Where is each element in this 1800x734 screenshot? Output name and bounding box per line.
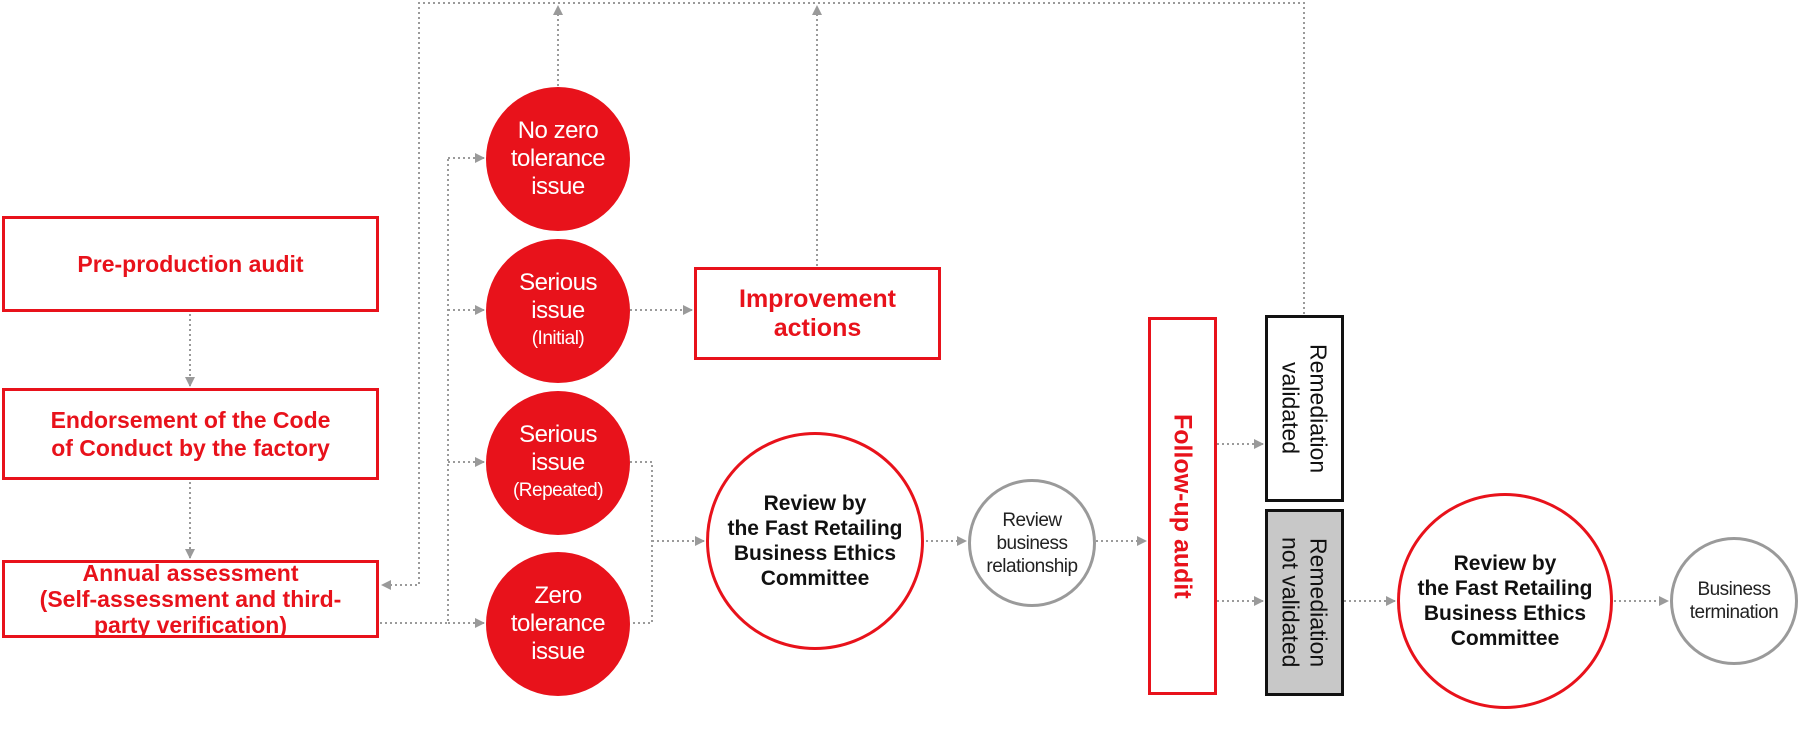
remediation-validated-box: Remediation validated xyxy=(1265,315,1344,502)
business-termination-label: Business termination xyxy=(1689,579,1779,623)
pre-production-label: Pre-production audit xyxy=(77,251,304,277)
serious-repeated-label: Serious issue xyxy=(519,421,597,476)
no-zero-tolerance-label: No zero tolerance issue xyxy=(510,117,606,200)
no-zero-tolerance-circle: No zero tolerance issue xyxy=(486,87,630,231)
remediation-not-validated-label: Remediation not validated xyxy=(1277,537,1332,668)
improvement-actions-box: Improvement actions xyxy=(694,267,941,360)
review-committee-label-2: Review by the Fast Retailing Business Et… xyxy=(1417,552,1593,650)
endorsement-label: Endorsement of the Code of Conduct by th… xyxy=(50,407,331,461)
serious-initial-circle: Serious issue (Initial) xyxy=(486,239,630,383)
follow-up-audit-box: Follow-up audit xyxy=(1148,317,1217,695)
pre-production-audit-box: Pre-production audit xyxy=(2,216,379,312)
connector-repeated-zero-join xyxy=(630,461,704,624)
audit-flow-diagram: Pre-production audit Endorsement of the … xyxy=(0,0,1800,734)
endorsement-box: Endorsement of the Code of Conduct by th… xyxy=(2,388,379,480)
review-committee-circle-2: Review by the Fast Retailing Business Et… xyxy=(1397,493,1613,709)
remediation-not-validated-box: Remediation not validated xyxy=(1265,509,1344,696)
annual-assessment-box: Annual assessment (Self-assessment and t… xyxy=(2,560,379,638)
review-business-relationship-label: Review business relationship xyxy=(986,509,1078,577)
connector-annual-to-issues xyxy=(380,158,449,624)
review-committee-circle-1: Review by the Fast Retailing Business Et… xyxy=(706,432,924,650)
review-business-relationship-circle: Review business relationship xyxy=(968,479,1096,607)
serious-repeated-circle: Serious issue (Repeated) xyxy=(486,391,630,535)
serious-initial-sublabel: (Initial) xyxy=(531,328,585,349)
improvement-actions-label: Improvement actions xyxy=(739,284,896,342)
review-committee-label-1: Review by the Fast Retailing Business Et… xyxy=(727,492,903,590)
follow-up-audit-label: Follow-up audit xyxy=(1168,413,1197,599)
zero-tolerance-label: Zero tolerance issue xyxy=(510,582,606,665)
serious-repeated-sublabel: (Repeated) xyxy=(512,480,604,501)
annual-assessment-label: Annual assessment (Self-assessment and t… xyxy=(39,560,342,638)
remediation-validated-label: Remediation validated xyxy=(1277,343,1332,474)
serious-initial-label: Serious issue xyxy=(519,269,597,324)
zero-tolerance-circle: Zero tolerance issue xyxy=(486,552,630,696)
business-termination-circle: Business termination xyxy=(1670,537,1798,665)
